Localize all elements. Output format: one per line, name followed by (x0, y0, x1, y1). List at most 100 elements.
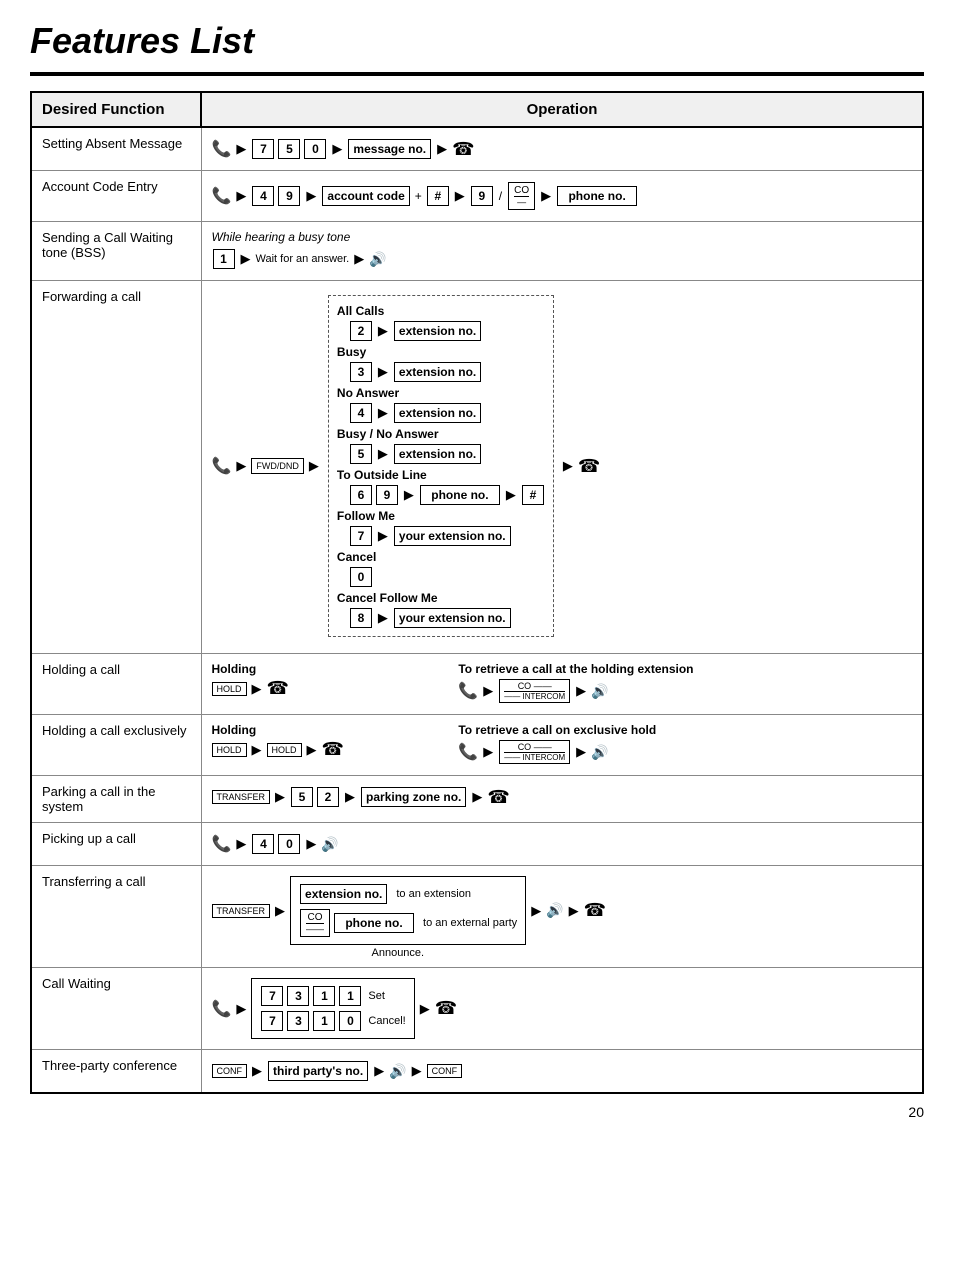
ext-no-key: extension no. (394, 321, 481, 341)
arrow-icon: ▶ (541, 188, 551, 204)
key-2b: 2 (317, 787, 339, 807)
key-4: 4 (252, 186, 274, 206)
offhook-icon: ☎ (487, 787, 509, 808)
ext-no-key2: extension no. (394, 362, 481, 382)
key-hash: # (427, 186, 449, 206)
table-row: Three-party conference CONF ▶ third part… (31, 1050, 923, 1094)
handset-icon: 📞 (212, 139, 232, 159)
key-1: 1 (213, 249, 235, 269)
header-operation: Operation (201, 92, 923, 127)
retrieve-holding-label: To retrieve a call at the holding extens… (458, 662, 912, 676)
key-0d: 0 (339, 1011, 361, 1031)
operation-cell: 📞 ▶ 4 0 ▶ 🔊 (201, 823, 923, 866)
function-label: Call Waiting (31, 968, 201, 1050)
ext-no-key3: extension no. (394, 403, 481, 423)
arrow-icon: ▶ (483, 683, 493, 699)
arrow-icon: ▶ (378, 610, 388, 626)
handset-icon: 📞 (458, 681, 478, 701)
wait-label: Wait for an answer. (256, 253, 350, 265)
arrow-icon: ▶ (236, 1001, 246, 1017)
arrow-icon: ▶ (506, 487, 516, 503)
table-row: Setting Absent Message 📞 ▶ 7 5 0 ▶ messa… (31, 127, 923, 171)
conf-key2: CONF (427, 1064, 463, 1078)
outside-line-label: To Outside Line (337, 468, 545, 482)
offhook-icon: ☎ (452, 139, 474, 160)
operation-cell: CONF ▶ third party's no. ▶ 🔊 ▶ CONF (201, 1050, 923, 1094)
handset-icon: 📞 (212, 999, 232, 1019)
retrieve-exclusive-label: To retrieve a call on exclusive hold (458, 723, 912, 737)
page-number: 20 (30, 1104, 924, 1120)
arrow-icon: ▶ (483, 744, 493, 760)
table-row: Sending a Call Waiting tone (BSS) While … (31, 222, 923, 281)
phone-no-key2: phone no. (420, 485, 500, 505)
arrow-icon: ▶ (404, 487, 414, 503)
arrow-icon: ▶ (569, 903, 579, 919)
cancel-follow-me-label: Cancel Follow Me (337, 591, 545, 605)
co-key2: CO —— (300, 909, 330, 937)
account-code-key: account code (322, 186, 409, 206)
function-label: Picking up a call (31, 823, 201, 866)
hold-key1: HOLD (212, 743, 247, 757)
key-5c: 5 (291, 787, 313, 807)
speaker-icon: 🔊 (321, 836, 338, 853)
ext-no-key4: extension no. (394, 444, 481, 464)
offhook-icon: ☎ (322, 739, 344, 760)
operation-cell: 📞 ▶ 7 3 1 1 Set 7 3 1 (201, 968, 923, 1050)
handset-icon: 📞 (212, 456, 232, 476)
announce-label: Announce. (372, 947, 913, 959)
key-1c: 1 (313, 1011, 335, 1031)
cancel-label-cw: Cancel! (368, 1015, 405, 1027)
key-7d: 7 (261, 1011, 283, 1031)
arrow-icon: ▶ (252, 1063, 262, 1079)
arrow-icon: ▶ (472, 789, 482, 805)
arrow-icon: ▶ (306, 836, 316, 852)
arrow-icon: ▶ (236, 141, 246, 157)
transfer-key2: TRANSFER (212, 904, 271, 918)
arrow-icon: ▶ (236, 188, 246, 204)
header-function: Desired Function (31, 92, 201, 127)
co-key: CO — (508, 182, 535, 210)
arrow-icon: ▶ (563, 458, 573, 474)
phone-no-key: phone no. (557, 186, 637, 206)
operation-cell: 📞 ▶ 7 5 0 ▶ message no. ▶ ☎ (201, 127, 923, 171)
arrow-icon: ▶ (576, 744, 586, 760)
arrow-icon: ▶ (455, 188, 465, 204)
message-no-key: message no. (348, 139, 431, 159)
arrow-icon: ▶ (275, 903, 285, 919)
hold-key: HOLD (212, 682, 247, 696)
key-9c: 9 (376, 485, 398, 505)
table-row: Call Waiting 📞 ▶ 7 3 1 1 Set (31, 968, 923, 1050)
key-9: 9 (278, 186, 300, 206)
table-row: Transferring a call TRANSFER ▶ extension… (31, 866, 923, 968)
key-0: 0 (304, 139, 326, 159)
transfer-options-box: extension no. to an extension CO —— phon… (290, 876, 526, 945)
holding-label: Holding (212, 662, 439, 676)
instruction-text: While hearing a busy tone (212, 230, 351, 244)
key-4c: 4 (252, 834, 274, 854)
co-intercom-key: CO —— —— INTERCOM (499, 679, 570, 703)
function-label: Holding a call exclusively (31, 715, 201, 776)
arrow-icon: ▶ (420, 1001, 430, 1017)
arrow-icon: ▶ (306, 188, 316, 204)
to-external-label: to an external party (423, 917, 517, 929)
speaker-icon: 🔊 (369, 251, 386, 268)
table-row: Holding a call exclusively Holding HOLD … (31, 715, 923, 776)
key-0c: 0 (278, 834, 300, 854)
function-label: Transferring a call (31, 866, 201, 968)
arrow-icon: ▶ (576, 683, 586, 699)
table-row: Forwarding a call 📞 ▶ FWD/DND ▶ All Call… (31, 281, 923, 654)
key-9b: 9 (471, 186, 493, 206)
speaker-icon: 🔊 (389, 1063, 406, 1080)
function-label: Three-party conference (31, 1050, 201, 1094)
table-row: Holding a call Holding HOLD ▶ ☎ To retri… (31, 654, 923, 715)
transfer-key: TRANSFER (212, 790, 271, 804)
arrow-icon: ▶ (236, 458, 246, 474)
speaker-icon: 🔊 (591, 683, 608, 700)
key-7: 7 (252, 139, 274, 159)
arrow-icon: ▶ (252, 742, 262, 758)
operation-cell: TRANSFER ▶ 5 2 ▶ parking zone no. ▶ ☎ (201, 776, 923, 823)
function-label: Forwarding a call (31, 281, 201, 654)
hold-key2: HOLD (267, 743, 302, 757)
speaker-icon: 🔊 (546, 902, 563, 919)
key-4b: 4 (350, 403, 372, 423)
